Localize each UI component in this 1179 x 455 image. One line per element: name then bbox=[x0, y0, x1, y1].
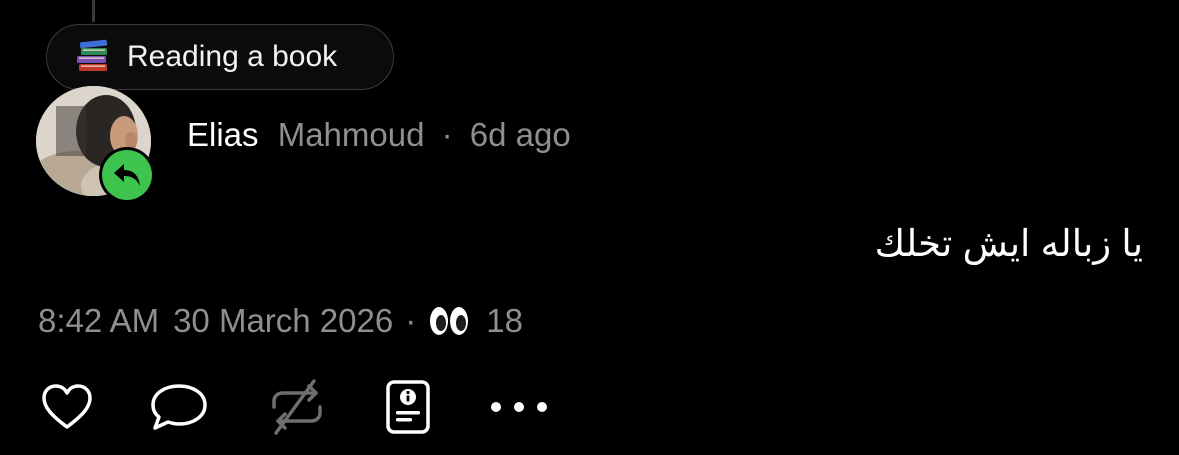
eyes-icon bbox=[428, 304, 470, 338]
header-separator: · bbox=[441, 116, 453, 153]
reply-badge bbox=[99, 147, 155, 203]
repost-disabled-icon bbox=[272, 379, 322, 435]
post-time: 8:42 AM bbox=[38, 302, 160, 339]
status-text: Reading a book bbox=[127, 40, 338, 73]
reply-arrow-icon bbox=[114, 164, 140, 186]
display-name[interactable]: Elias bbox=[187, 116, 259, 153]
time-ago: 6d ago bbox=[469, 116, 571, 153]
action-bar bbox=[0, 376, 1179, 438]
like-button[interactable] bbox=[38, 376, 96, 438]
books-icon bbox=[77, 39, 108, 71]
meta-separator: · bbox=[405, 302, 417, 339]
view-count[interactable]: 18 bbox=[486, 302, 523, 340]
post-header: Elias Mahmoud · 6d ago bbox=[187, 116, 571, 154]
info-card-button[interactable] bbox=[384, 376, 432, 438]
info-card-icon bbox=[386, 380, 430, 434]
more-dots-icon bbox=[491, 402, 547, 412]
username[interactable]: Mahmoud bbox=[278, 116, 425, 153]
more-button[interactable] bbox=[488, 376, 550, 438]
post-text: يا زباله ايش تخلك bbox=[874, 223, 1143, 264]
status-pill[interactable]: Reading a book bbox=[46, 24, 394, 90]
speech-bubble-icon bbox=[151, 384, 207, 430]
post-date: 30 March 2026 bbox=[173, 302, 394, 339]
reply-button[interactable] bbox=[148, 376, 210, 438]
post-meta: 8:42 AM 30 March 2026 · 18 bbox=[38, 302, 523, 340]
thread-connector-line bbox=[92, 0, 95, 22]
repost-button bbox=[266, 376, 328, 438]
heart-icon bbox=[42, 384, 92, 429]
